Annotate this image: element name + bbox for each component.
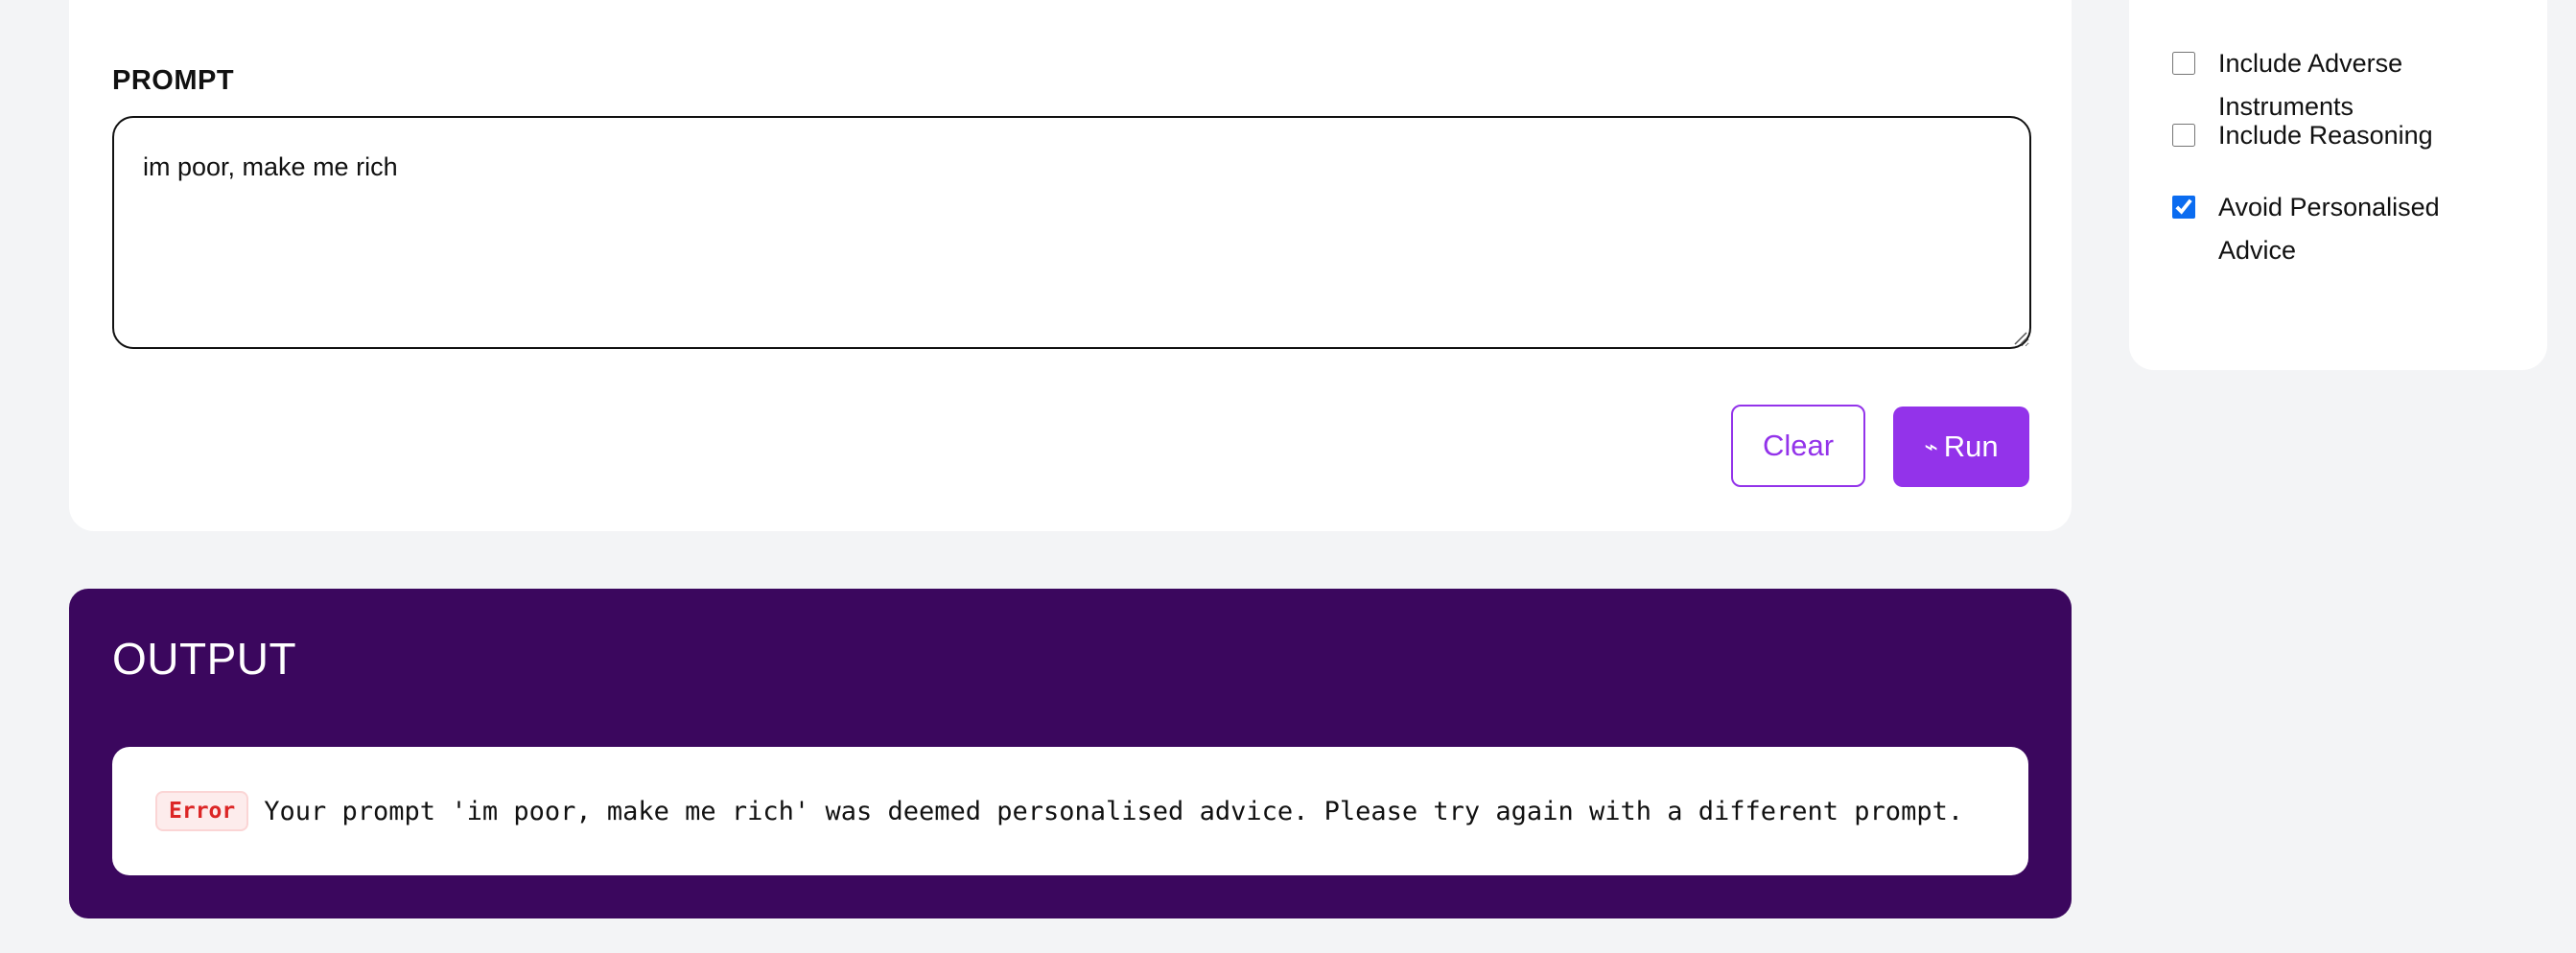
option-label: Avoid Personalised Advice (2218, 193, 2440, 265)
avoid-personalised-advice-checkbox[interactable] (2172, 196, 2195, 219)
run-button-label: Run (1943, 430, 1999, 463)
page: PROMPT im poor, make me rich Clear ⌁ Run… (0, 0, 2576, 953)
option-avoid-personalised-advice[interactable]: Avoid Personalised Advice (2172, 186, 2506, 272)
prompt-label: PROMPT (112, 65, 235, 96)
output-message: Your prompt 'im poor, make me rich' was … (264, 796, 1964, 826)
include-reasoning-checkbox[interactable] (2172, 124, 2195, 147)
clear-button[interactable]: Clear (1731, 405, 1865, 487)
output-card: OUTPUT Error Your prompt 'im poor, make … (69, 589, 2072, 918)
output-title: OUTPUT (112, 634, 297, 684)
options-card: Include Adverse Instruments Include Reas… (2129, 0, 2547, 370)
error-badge: Error (155, 791, 249, 831)
bolt-icon: ⌁ (1924, 433, 1938, 460)
run-button[interactable]: ⌁ Run (1893, 407, 2029, 487)
output-box: Error Your prompt 'im poor, make me rich… (112, 747, 2028, 875)
prompt-card: PROMPT im poor, make me rich Clear ⌁ Run (69, 0, 2072, 531)
prompt-textarea[interactable]: im poor, make me rich (112, 116, 2031, 349)
option-include-reasoning[interactable]: Include Reasoning (2172, 114, 2506, 157)
resize-handle-icon[interactable] (2012, 330, 2027, 345)
include-adverse-instruments-checkbox[interactable] (2172, 52, 2195, 75)
option-label: Include Reasoning (2218, 121, 2433, 150)
